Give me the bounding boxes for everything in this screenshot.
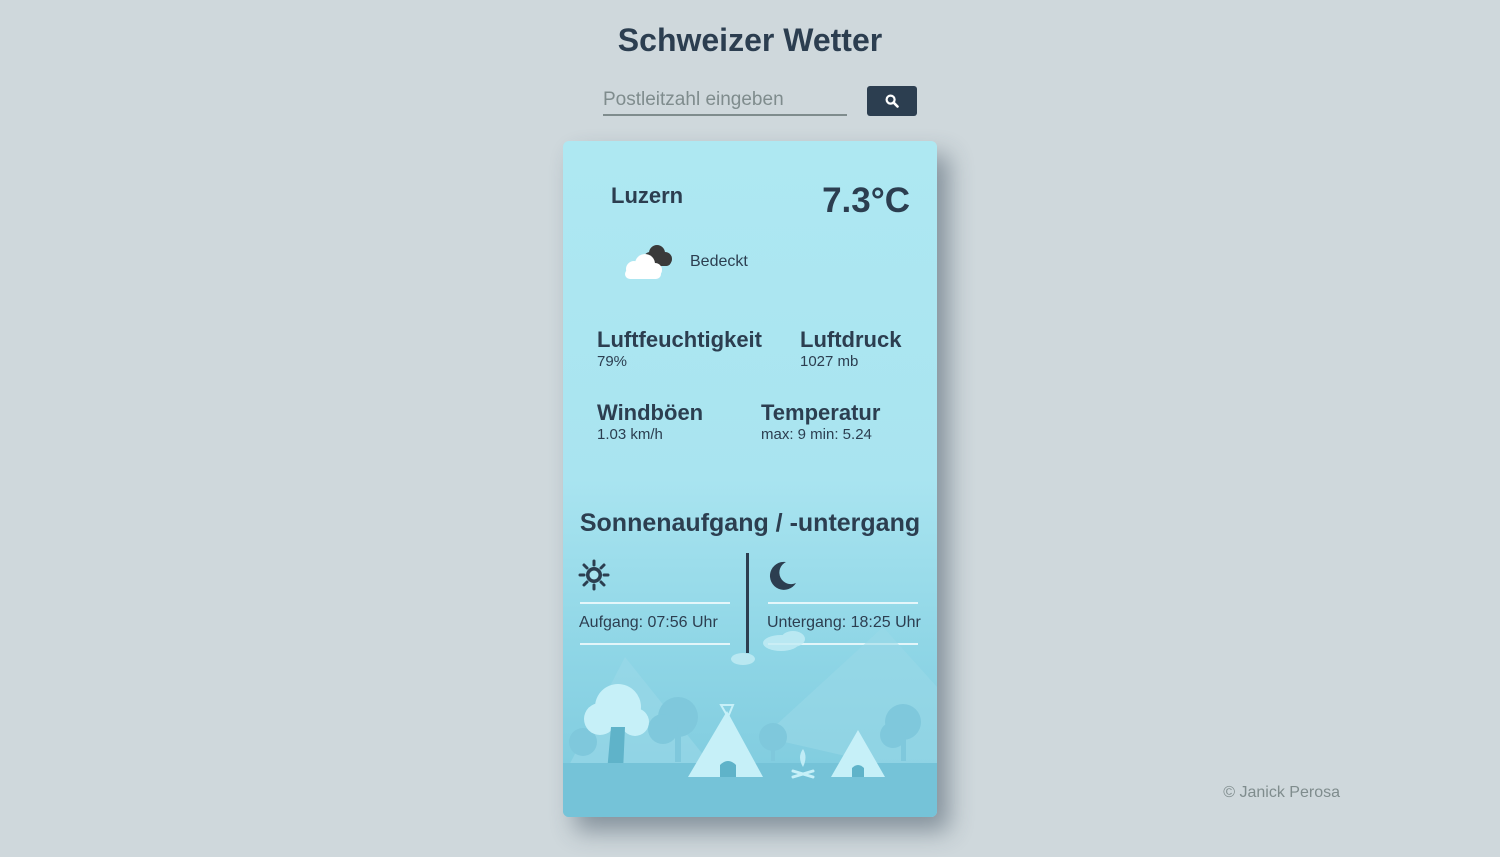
search-button[interactable] xyxy=(867,86,917,116)
current-temperature: 7.3°C xyxy=(822,181,910,220)
weather-condition: Bedeckt xyxy=(690,253,748,270)
landscape-illustration xyxy=(563,627,937,817)
city-name: Luzern xyxy=(611,183,684,208)
pressure-label: Luftdruck xyxy=(800,327,902,352)
sunrise-top-divider xyxy=(580,602,730,604)
weather-card: Luzern 7.3°C Bedeckt Luftfeuchtigkeit 79… xyxy=(563,141,937,817)
app-title: Schweizer Wetter xyxy=(617,22,883,58)
gusts-value: 1.03 km/h xyxy=(597,426,663,443)
moon-icon xyxy=(769,561,796,590)
sun-icon xyxy=(578,559,610,591)
sunset-top-divider xyxy=(768,602,918,604)
temperature-range-value: max: 9 min: 5.24 xyxy=(761,426,872,443)
page: Schweizer Wetter Luzern 7.3°C Bedeckt Lu… xyxy=(0,0,1500,857)
sun-section-title: Sonnenaufgang / -untergang xyxy=(579,509,921,537)
temperature-range-label: Temperatur xyxy=(761,400,881,425)
copyright-text: © Janick Perosa xyxy=(1223,784,1340,801)
postal-code-input[interactable] xyxy=(603,86,847,116)
gusts-label: Windböen xyxy=(597,400,704,425)
humidity-value: 79% xyxy=(597,353,628,370)
search-icon xyxy=(885,94,899,108)
cloud-icon xyxy=(625,245,672,279)
humidity-label: Luftfeuchtigkeit xyxy=(597,327,762,352)
pressure-value: 1027 mb xyxy=(800,353,859,370)
